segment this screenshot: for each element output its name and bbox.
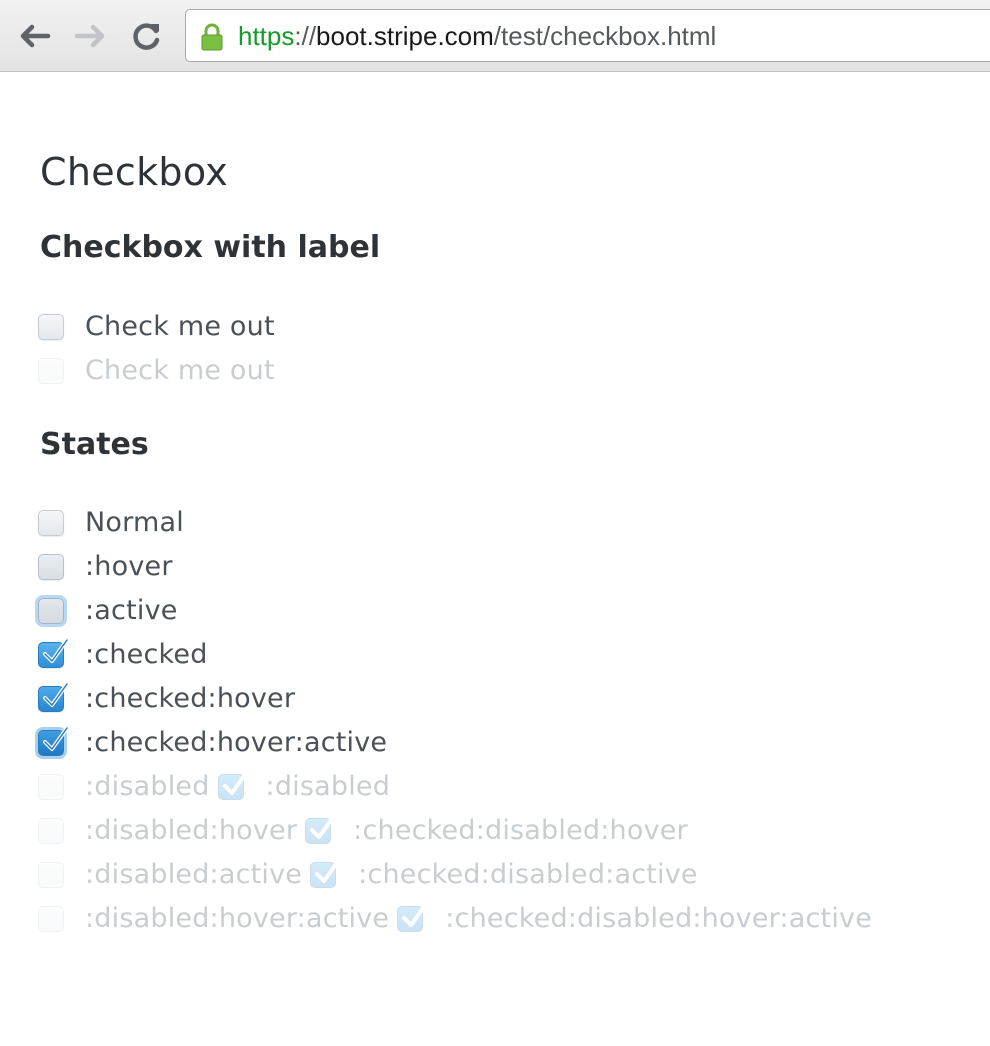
checkmark-icon — [222, 770, 249, 795]
checkbox-checked-hover-active[interactable] — [38, 726, 69, 756]
checkbox-disabled — [38, 358, 64, 384]
checkbox-label: Check me out — [85, 311, 275, 342]
state-row-active[interactable]: :active — [38, 596, 178, 626]
checkbox-checked-disabled-hover — [305, 814, 337, 844]
checkbox-checked-disabled — [217, 770, 249, 800]
section-title-states: States — [40, 427, 149, 462]
browser-toolbar: https://boot.stripe.com/test/checkbox.ht… — [0, 0, 990, 72]
url-path: /test/checkbox.html — [493, 21, 717, 51]
state-row-disabled-hover-active: :disabled:hover:active :checked:disabled… — [38, 902, 873, 934]
state-label-checked-disabled-hover-active: :checked:disabled:hover:active — [445, 903, 873, 934]
state-label-hover: :hover — [85, 551, 173, 582]
state-row-checked[interactable]: :checked — [38, 638, 208, 670]
arrow-right-icon — [74, 21, 108, 51]
checkbox-disabled — [38, 774, 64, 800]
checkbox-normal[interactable] — [38, 510, 64, 536]
arrow-left-icon — [17, 21, 51, 51]
url-host: boot.stripe.com — [316, 21, 494, 51]
state-label-checked: :checked — [85, 639, 208, 670]
checkmark-icon — [43, 638, 69, 663]
checkbox-hover[interactable] — [38, 554, 64, 580]
state-row-disabled-hover: :disabled:hover :checked:disabled:hover — [38, 814, 688, 846]
checkmark-icon — [310, 814, 337, 839]
state-row-disabled-active: :disabled:active :checked:disabled:activ… — [38, 858, 698, 890]
state-label-checked-hover-active: :checked:hover:active — [85, 727, 388, 758]
reload-button[interactable] — [128, 17, 166, 55]
checkbox-disabled-hover — [38, 818, 64, 844]
url-text: https://boot.stripe.com/test/checkbox.ht… — [238, 21, 716, 51]
reload-icon — [131, 20, 163, 52]
checkbox-active[interactable] — [38, 598, 64, 624]
state-label-checked-disabled-active: :checked:disabled:active — [358, 859, 698, 890]
checkmark-icon — [315, 858, 342, 883]
section-title-checkbox-with-label: Checkbox with label — [40, 230, 381, 265]
state-label-disabled-hover-active: :disabled:hover:active — [85, 903, 390, 934]
checkbox-disabled-active — [38, 862, 64, 888]
page-title: Checkbox — [40, 150, 228, 194]
checkbox-label-disabled: Check me out — [85, 355, 275, 386]
state-row-checked-hover-active[interactable]: :checked:hover:active — [38, 726, 388, 758]
state-label-normal: Normal — [85, 507, 184, 538]
checkbox-checked-disabled-active — [310, 858, 342, 888]
checkmark-icon — [402, 902, 429, 927]
state-label-checked-disabled: :disabled — [265, 771, 391, 802]
checkmark-icon — [43, 726, 69, 751]
checkbox-disabled-hover-active — [38, 906, 64, 932]
url-separator: :// — [294, 21, 317, 51]
forward-button[interactable] — [72, 17, 110, 55]
checkbox[interactable] — [38, 314, 64, 340]
state-row-hover[interactable]: :hover — [38, 552, 173, 582]
checkmark-icon — [43, 682, 69, 707]
address-bar[interactable]: https://boot.stripe.com/test/checkbox.ht… — [185, 9, 990, 62]
back-button[interactable] — [15, 17, 53, 55]
lock-icon — [200, 22, 224, 56]
url-scheme: https — [238, 21, 295, 51]
state-label-disabled-hover: :disabled:hover — [85, 815, 298, 846]
state-row-checked-hover[interactable]: :checked:hover — [38, 682, 296, 714]
checkbox-row-check-me-out-disabled: Check me out — [38, 356, 275, 386]
state-label-disabled-active: :disabled:active — [85, 859, 303, 890]
checkbox-checked[interactable] — [38, 638, 69, 668]
state-label-checked-disabled-hover: :checked:disabled:hover — [353, 815, 688, 846]
state-row-disabled: :disabled :disabled — [38, 770, 391, 802]
state-label-checked-hover: :checked:hover — [85, 683, 296, 714]
checkbox-row-check-me-out[interactable]: Check me out — [38, 312, 275, 342]
state-label-active: :active — [85, 595, 178, 626]
checkbox-checked-disabled-hover-active — [397, 902, 429, 932]
checkbox-checked-hover[interactable] — [38, 682, 69, 712]
state-label-disabled: :disabled — [85, 771, 210, 802]
state-row-normal[interactable]: Normal — [38, 508, 184, 538]
